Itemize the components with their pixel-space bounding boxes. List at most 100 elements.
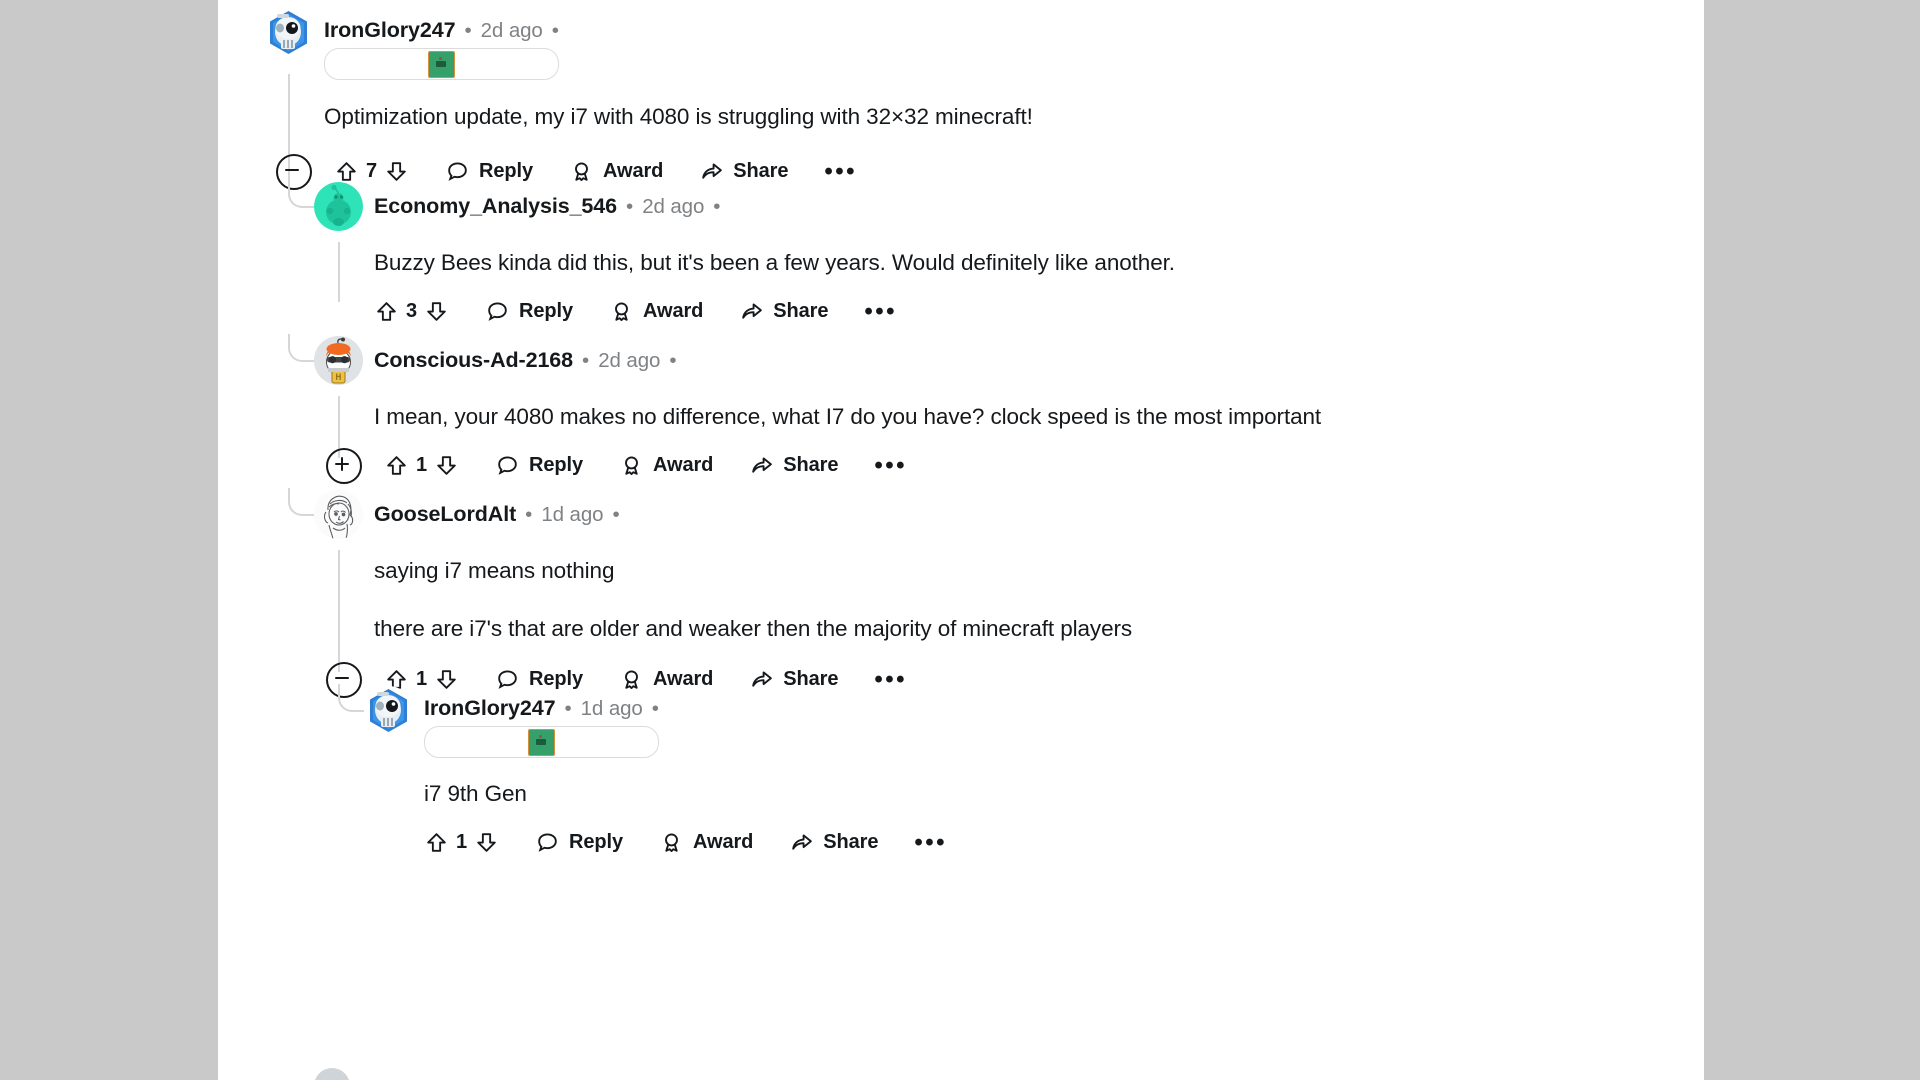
reply-button[interactable]: Reply xyxy=(445,159,533,184)
reply-label: Reply xyxy=(569,831,623,854)
separator-dot: • xyxy=(551,19,559,42)
separator-dot: • xyxy=(464,19,472,42)
award-label: Award xyxy=(603,160,664,183)
avatar[interactable] xyxy=(314,1068,350,1080)
reply-button[interactable]: Reply xyxy=(485,299,573,324)
award-button[interactable]: Award xyxy=(569,159,663,184)
avatar[interactable] xyxy=(264,8,313,57)
comment-ironglory247-root: IronGlory247 • 2d ago • Optimization upd… xyxy=(264,8,1664,193)
comment-action-bar: 1 Reply Award Share ••• xyxy=(424,822,1674,864)
vote-group: 3 xyxy=(374,299,449,324)
teal-snoo-avatar xyxy=(314,182,363,231)
avatar[interactable]: H xyxy=(314,336,363,385)
downvote-arrow-icon[interactable] xyxy=(434,453,459,478)
comment-score: 7 xyxy=(366,160,378,183)
reddit-comments-page: IronGlory247 • 2d ago • Optimization upd… xyxy=(218,0,1704,1080)
comment-author[interactable]: GooseLordAlt xyxy=(374,502,516,527)
award-label: Award xyxy=(643,300,704,323)
award-ribbon-icon xyxy=(569,159,594,184)
overflow-menu-icon[interactable]: ••• xyxy=(914,830,947,854)
comment-bubble-icon xyxy=(445,159,470,184)
comment-timestamp: 1d ago xyxy=(541,503,604,526)
comment-paragraph: Optimization update, my i7 with 4080 is … xyxy=(324,104,1033,129)
comment-author[interactable]: IronGlory247 xyxy=(324,18,456,43)
vote-group: 7 xyxy=(334,159,409,184)
author-flair[interactable] xyxy=(424,726,659,758)
comment-action-bar: 3 Reply Award Share ••• xyxy=(374,291,1674,333)
downvote-arrow-icon[interactable] xyxy=(384,159,409,184)
share-arrow-icon xyxy=(789,830,814,855)
award-ribbon-icon xyxy=(659,830,684,855)
comment-author[interactable]: IronGlory247 xyxy=(424,696,556,721)
share-arrow-icon xyxy=(749,453,774,478)
comment-author[interactable]: Conscious-Ad-2168 xyxy=(374,348,573,373)
comment-timestamp: 2d ago xyxy=(598,349,661,372)
author-block: Economy_Analysis_546 • 2d ago • xyxy=(374,182,720,219)
thread-curve xyxy=(288,180,316,208)
comment-body: I mean, your 4080 makes no difference, w… xyxy=(374,401,1674,433)
overflow-menu-icon[interactable]: ••• xyxy=(874,667,907,691)
comment-score: 3 xyxy=(406,300,418,323)
thread-curve xyxy=(338,684,366,712)
upvote-arrow-icon[interactable] xyxy=(384,453,409,478)
reply-label: Reply xyxy=(479,160,533,183)
award-button[interactable]: Award xyxy=(659,830,753,855)
downvote-arrow-icon[interactable] xyxy=(474,830,499,855)
share-button[interactable]: Share xyxy=(749,453,838,478)
orange-hair-snoo-avatar: H xyxy=(314,336,363,385)
share-label: Share xyxy=(733,160,789,183)
share-button[interactable]: Share xyxy=(789,830,878,855)
overflow-menu-icon[interactable]: ••• xyxy=(864,299,897,323)
thread-line-reply[interactable] xyxy=(338,550,340,672)
thread-line-reply[interactable] xyxy=(338,242,340,302)
reply-button[interactable]: Reply xyxy=(495,453,583,478)
comment-paragraph: Buzzy Bees kinda did this, but it's been… xyxy=(374,250,1175,275)
comment-header: Economy_Analysis_546 • 2d ago • xyxy=(314,182,1674,231)
comment-header: IronGlory247 • 2d ago • xyxy=(264,8,1664,80)
downvote-arrow-icon[interactable] xyxy=(424,299,449,324)
upvote-arrow-icon[interactable] xyxy=(374,299,399,324)
separator-dot: • xyxy=(582,349,590,372)
author-block: IronGlory247 • 2d ago • xyxy=(324,8,559,80)
share-arrow-icon xyxy=(739,299,764,324)
comment-paragraph: saying i7 means nothing xyxy=(374,558,615,583)
author-line: Conscious-Ad-2168 • 2d ago • xyxy=(374,348,677,373)
upvote-arrow-icon[interactable] xyxy=(334,159,359,184)
svg-text:H: H xyxy=(336,373,341,383)
share-button[interactable]: Share xyxy=(699,159,788,184)
award-button[interactable]: Award xyxy=(619,453,713,478)
comment-header: IronGlory247 • 1d ago • xyxy=(364,686,1674,758)
comment-body: saying i7 means nothing there are i7's t… xyxy=(374,555,1674,645)
comment-action-bar: 1 Reply Award Share ••• xyxy=(326,445,1674,487)
reply-button[interactable]: Reply xyxy=(535,830,623,855)
thread-curve xyxy=(288,334,316,362)
award-label: Award xyxy=(693,831,754,854)
author-flair[interactable] xyxy=(324,48,559,80)
comment-body: Buzzy Bees kinda did this, but it's been… xyxy=(374,247,1674,279)
award-button[interactable]: Award xyxy=(609,299,703,324)
sketch-portrait-avatar xyxy=(314,490,363,539)
author-line: Economy_Analysis_546 • 2d ago • xyxy=(374,194,720,219)
overflow-menu-icon[interactable]: ••• xyxy=(874,453,907,477)
author-block: Conscious-Ad-2168 • 2d ago • xyxy=(374,336,677,373)
share-button[interactable]: Share xyxy=(739,299,828,324)
avatar[interactable] xyxy=(364,686,413,735)
comment-ironglory247-nested: IronGlory247 • 1d ago • i7 9th Gen 1 Rep… xyxy=(338,684,1674,864)
comment-author[interactable]: Economy_Analysis_546 xyxy=(374,194,617,219)
comment-bubble-icon xyxy=(485,299,510,324)
comment-header: GooseLordAlt • 1d ago • xyxy=(314,490,1674,539)
comment-gooselordalt: GooseLordAlt • 1d ago • saying i7 means … xyxy=(288,488,1674,701)
avatar[interactable] xyxy=(314,490,363,539)
share-label: Share xyxy=(823,831,879,854)
thread-curve xyxy=(288,488,316,516)
expand-plus-icon[interactable] xyxy=(326,447,362,484)
overflow-menu-icon[interactable]: ••• xyxy=(824,159,857,183)
separator-dot: • xyxy=(669,349,677,372)
comment-conscious-ad-2168: H Conscious-Ad-2168 • 2d ago • I mean, y… xyxy=(288,334,1674,487)
next-comment-peek xyxy=(314,1068,354,1080)
upvote-arrow-icon[interactable] xyxy=(424,830,449,855)
comment-paragraph: there are i7's that are older and weaker… xyxy=(374,615,1133,641)
avatar[interactable] xyxy=(314,182,363,231)
author-block: IronGlory247 • 1d ago • xyxy=(424,686,659,758)
award-ribbon-icon xyxy=(609,299,634,324)
